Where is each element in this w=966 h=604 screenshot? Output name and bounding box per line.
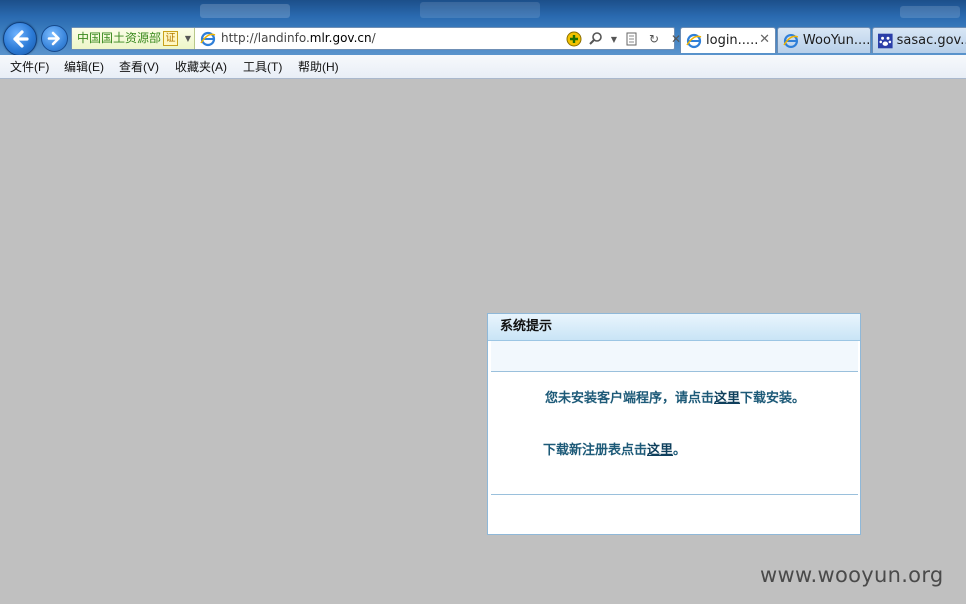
tab-label: WooYun.... [802,33,870,48]
forward-button[interactable] [41,25,68,52]
certificate-badge[interactable]: 证 [163,31,178,46]
arrow-left-icon [13,30,29,48]
download-client-link[interactable]: 这里 [714,391,740,406]
close-icon[interactable]: ✕ [759,32,770,47]
baidu-paw-icon [878,33,893,48]
tab-login[interactable]: login..... ✕ [680,27,776,53]
url-field[interactable]: http://landinfo.mlr.gov.cn/ [221,28,376,49]
url-domain: mlr.gov.cn [309,31,372,45]
menu-favorites[interactable]: 收藏夹(A) [175,55,227,79]
menu-view[interactable]: 查看(V) [119,55,159,79]
browser-title-bar: 中国国土资源部 证 ▼ http://landinfo.mlr.gov.cn/ … [0,0,966,55]
refresh-icon[interactable]: ↻ [646,31,662,47]
menu-bar: 文件(F) 编辑(E) 查看(V) 收藏夹(A) 工具(T) 帮助(H) [0,55,966,79]
registry-download-message: 下载新注册表点击这里。 [543,443,687,458]
url-path: / [371,31,376,45]
search-icon[interactable] [588,31,604,47]
add-favorite-icon[interactable] [566,31,582,47]
install-client-message: 您未安装客户端程序，请点击这里下载安装。 [545,391,806,406]
tab-label: sasac.gov... [896,33,966,48]
ie-page-icon [686,33,702,48]
url-prefix: http://landinfo. [221,31,310,45]
menu-help[interactable]: 帮助(H) [298,55,339,79]
arrow-right-icon [47,31,60,46]
chevron-down-icon[interactable]: ▼ [610,31,618,47]
address-bar[interactable]: 中国国土资源部 证 ▼ http://landinfo.mlr.gov.cn/ … [71,27,681,50]
tab-wooyun[interactable]: WooYun.... [777,27,871,53]
menu-edit[interactable]: 编辑(E) [64,55,104,79]
tab-sasac[interactable]: sasac.gov... [872,27,966,53]
divider [491,371,858,372]
download-registry-link[interactable]: 这里 [647,443,673,458]
divider [491,494,858,495]
dialog-title: 系统提示 [488,314,860,341]
system-prompt-dialog: 系统提示 您未安装客户端程序，请点击这里下载安装。 下载新注册表点击这里。 [487,313,861,535]
menu-tools[interactable]: 工具(T) [243,55,282,79]
address-tools: ▼ ↻ ✕ [566,30,684,48]
back-button[interactable] [3,22,37,55]
site-identity-text: 中国国土资源部 [77,31,162,45]
ie-page-icon [783,33,799,48]
watermark: www.wooyun.org [760,563,944,587]
ie-page-icon [200,31,216,47]
chevron-down-icon[interactable]: ▼ [182,28,194,49]
menu-file[interactable]: 文件(F) [10,55,49,79]
compatibility-view-icon[interactable] [624,31,640,47]
tab-label: login..... [706,33,759,48]
